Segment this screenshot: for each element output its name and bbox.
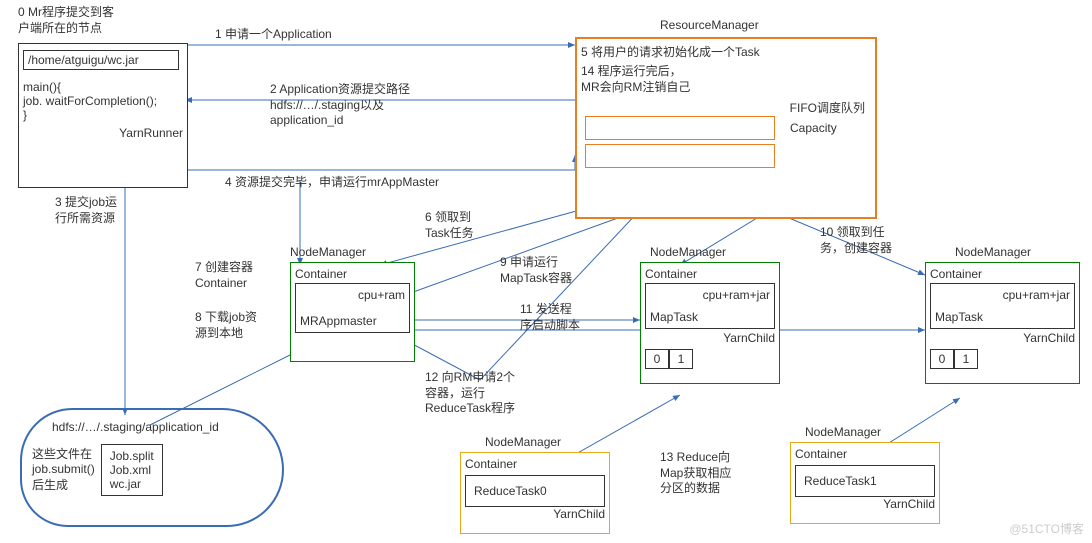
nm3-task: MapTask [935, 310, 1070, 324]
step13-label: 13 Reduce向 Map获取相应 分区的数据 [660, 450, 731, 497]
nm1-box: Container cpu+ram MRAppmaster [290, 262, 415, 362]
nm3-parts: 0 1 [930, 347, 1075, 371]
file-split: Job.split [110, 449, 154, 463]
hdfs-cloud: hdfs://…/.staging/application_id 这些文件在 j… [20, 408, 284, 527]
step7-label: 7 创建容器 Container [195, 260, 253, 291]
nm2-inner: cpu+ram+jar MapTask [645, 283, 775, 329]
nm3-p0: 0 [930, 349, 954, 369]
jar-path: /home/atguigu/wc.jar [23, 50, 179, 70]
nm3-child: YarnChild [930, 331, 1075, 345]
nm2-parts: 0 1 [645, 347, 775, 371]
file-jar: wc.jar [110, 477, 154, 491]
nm3-container: Container [930, 267, 1075, 281]
watermark: @51CTO博客 [1009, 520, 1084, 537]
nm1-app: MRAppmaster [300, 314, 405, 328]
code-main-close: } [23, 108, 183, 122]
nm2-p0: 0 [645, 349, 669, 369]
nm2-cpu: cpu+ram+jar [650, 288, 770, 302]
nm4-container: Container [465, 457, 605, 471]
step10-label: 10 领取到任 务，创建容器 [820, 225, 892, 256]
code-main-open: main(){ [23, 80, 183, 94]
nm4-child: YarnChild [465, 507, 605, 521]
nm5-container: Container [795, 447, 935, 461]
hdfs-note: 这些文件在 job.submit() 后生成 [32, 447, 95, 494]
step6-label: 6 领取到 Task任务 [425, 210, 474, 241]
step11-label: 11 发送程 序启动脚本 [520, 302, 580, 333]
nm1-title: NodeManager [290, 245, 366, 261]
nm2-title: NodeManager [650, 245, 726, 261]
step1-label: 1 申请一个Application [215, 27, 332, 43]
nm2-p1: 1 [669, 349, 693, 369]
nm1-container: Container [295, 267, 410, 281]
step5-label: 5 将用户的请求初始化成一个Task [581, 43, 871, 60]
nm4-box: Container ReduceTask0 YarnChild [460, 452, 610, 534]
step14-label: 14 程序运行完后， MR会向RM注销自己 [581, 64, 871, 95]
capacity-label: Capacity [790, 121, 837, 135]
step2-label: 2 Application资源提交路径 hdfs://…/.staging以及 … [270, 82, 410, 129]
file-xml: Job.xml [110, 463, 154, 477]
step8-label: 8 下载job资 源到本地 [195, 310, 257, 341]
step12-label: 12 向RM申请2个 容器，运行 ReduceTask程序 [425, 370, 515, 417]
yarnrunner-label: YarnRunner [23, 126, 183, 140]
nm1-cpu: cpu+ram [300, 288, 405, 302]
nm4-title: NodeManager [485, 435, 561, 451]
nm5-child: YarnChild [795, 497, 935, 511]
nm2-child: YarnChild [645, 331, 775, 345]
step0-label: 0 Mr程序提交到客 户端所在的节点 [18, 5, 114, 36]
nm3-title: NodeManager [955, 245, 1031, 261]
nm3-cpu: cpu+ram+jar [935, 288, 1070, 302]
nm2-box: Container cpu+ram+jar MapTask YarnChild … [640, 262, 780, 384]
rm-title: ResourceManager [660, 18, 759, 34]
nm1-inner: cpu+ram MRAppmaster [295, 283, 410, 333]
nm5-task: ReduceTask1 [804, 474, 926, 488]
hdfs-files: Job.split Job.xml wc.jar [101, 444, 163, 496]
hdfs-path: hdfs://…/.staging/application_id [52, 420, 272, 434]
client-box: /home/atguigu/wc.jar main(){ job. waitFo… [18, 43, 188, 188]
nm5-title: NodeManager [805, 425, 881, 441]
nm4-inner: ReduceTask0 [465, 475, 605, 507]
nm2-container: Container [645, 267, 775, 281]
step3-label: 3 提交job运 行所需资源 [55, 195, 117, 226]
nm5-box: Container ReduceTask1 YarnChild [790, 442, 940, 524]
nm2-task: MapTask [650, 310, 770, 324]
nm5-inner: ReduceTask1 [795, 465, 935, 497]
rm-box: 5 将用户的请求初始化成一个Task 14 程序运行完后， MR会向RM注销自己… [575, 37, 877, 219]
code-wait: job. waitForCompletion(); [23, 94, 183, 108]
fifo-label: FIFO调度队列 [581, 99, 865, 116]
step9-label: 9 申请运行 MapTask容器 [500, 255, 572, 286]
queue-row-1 [585, 116, 775, 140]
queue-row-2 [585, 144, 775, 168]
step4-label: 4 资源提交完毕，申请运行mrAppMaster [225, 175, 439, 191]
nm3-inner: cpu+ram+jar MapTask [930, 283, 1075, 329]
nm3-p1: 1 [954, 349, 978, 369]
nm4-task: ReduceTask0 [474, 484, 596, 498]
nm3-box: Container cpu+ram+jar MapTask YarnChild … [925, 262, 1080, 384]
